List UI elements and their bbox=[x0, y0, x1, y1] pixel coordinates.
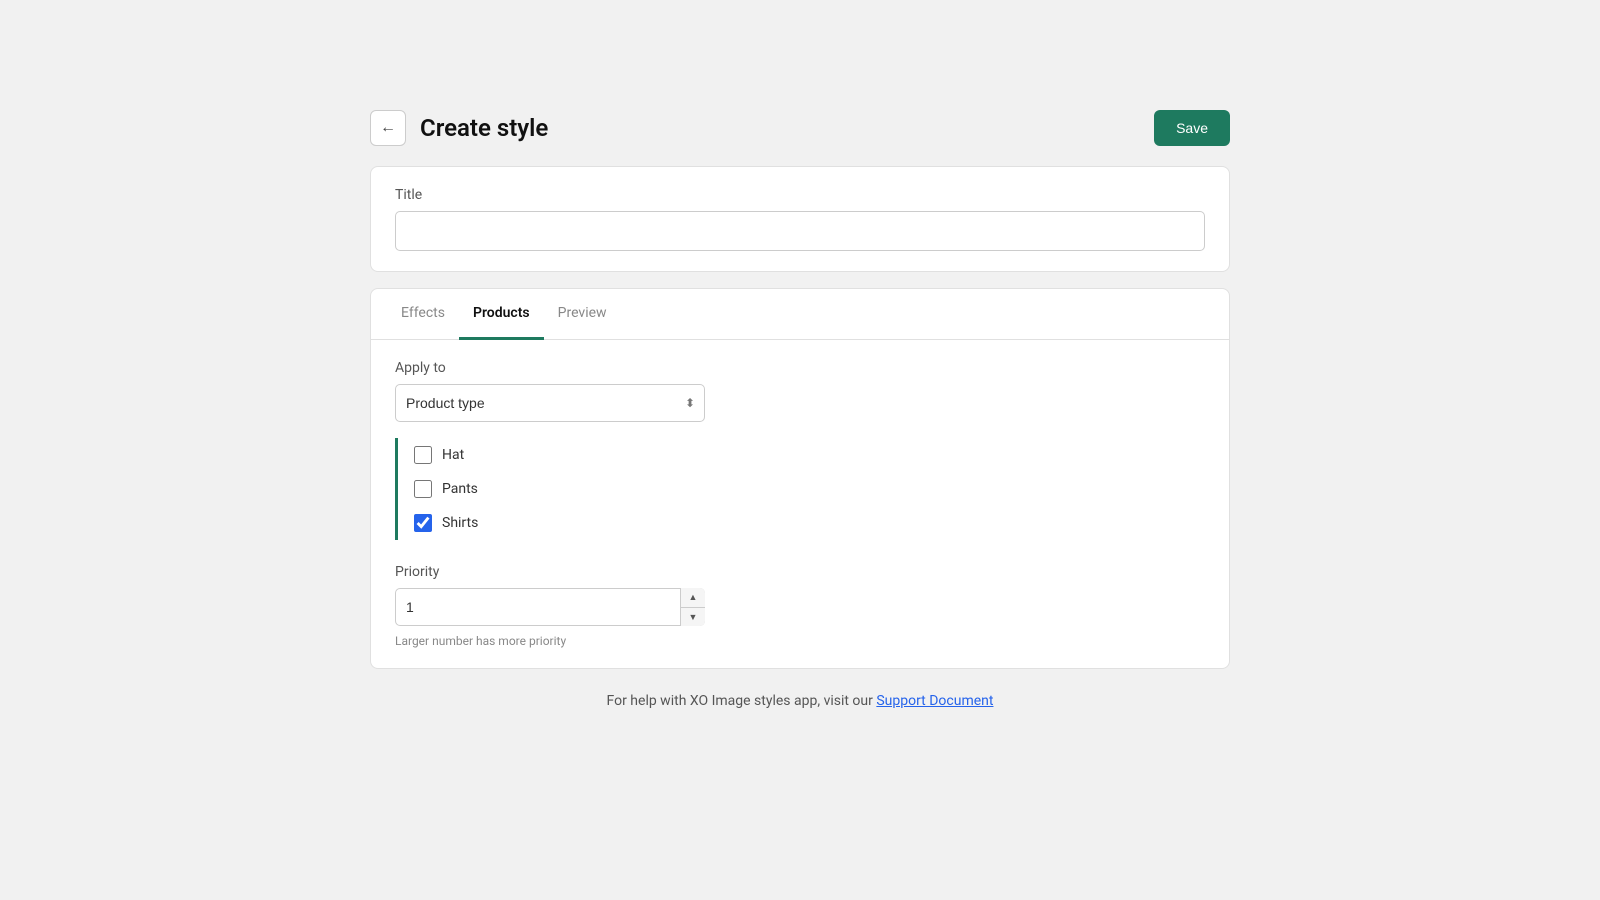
tabs-bar: Effects Products Preview bbox=[371, 289, 1229, 340]
tabs-card: Effects Products Preview Apply to Produc… bbox=[370, 288, 1230, 669]
product-type-select-wrapper: Product type All products Specific produ… bbox=[395, 384, 705, 422]
tab-preview[interactable]: Preview bbox=[544, 289, 621, 340]
title-label: Title bbox=[395, 187, 1205, 203]
back-button[interactable]: ← bbox=[370, 110, 406, 146]
checkbox-list: Hat Pants Shirts bbox=[395, 438, 1205, 540]
shirts-checkbox[interactable] bbox=[414, 514, 432, 532]
header-left: ← Create style bbox=[370, 110, 548, 146]
priority-hint: Larger number has more priority bbox=[395, 634, 1205, 648]
save-button[interactable]: Save bbox=[1154, 110, 1230, 146]
page-title: Create style bbox=[420, 114, 548, 142]
priority-input[interactable] bbox=[395, 588, 705, 626]
priority-input-wrapper: ▲ ▼ bbox=[395, 588, 705, 626]
priority-decrement-button[interactable]: ▼ bbox=[681, 607, 705, 627]
page-header: ← Create style Save bbox=[370, 110, 1230, 146]
title-card: Title bbox=[370, 166, 1230, 272]
title-input[interactable] bbox=[395, 211, 1205, 251]
pants-label[interactable]: Pants bbox=[442, 481, 478, 497]
apply-to-label: Apply to bbox=[395, 360, 1205, 376]
footer: For help with XO Image styles app, visit… bbox=[370, 693, 1230, 709]
tab-products[interactable]: Products bbox=[459, 289, 544, 340]
back-icon: ← bbox=[380, 119, 396, 137]
checkbox-item-hat: Hat bbox=[414, 438, 1205, 472]
shirts-label[interactable]: Shirts bbox=[442, 515, 478, 531]
footer-text: For help with XO Image styles app, visit… bbox=[607, 693, 877, 709]
product-type-select[interactable]: Product type All products Specific produ… bbox=[395, 384, 705, 422]
products-content: Apply to Product type All products Speci… bbox=[371, 340, 1229, 668]
priority-increment-button[interactable]: ▲ bbox=[681, 588, 705, 607]
checkbox-item-pants: Pants bbox=[414, 472, 1205, 506]
hat-label[interactable]: Hat bbox=[442, 447, 464, 463]
priority-label: Priority bbox=[395, 564, 1205, 580]
support-document-link[interactable]: Support Document bbox=[876, 693, 993, 709]
hat-checkbox[interactable] bbox=[414, 446, 432, 464]
priority-spinners: ▲ ▼ bbox=[680, 588, 705, 626]
tab-effects[interactable]: Effects bbox=[387, 289, 459, 340]
checkbox-item-shirts: Shirts bbox=[414, 506, 1205, 540]
pants-checkbox[interactable] bbox=[414, 480, 432, 498]
